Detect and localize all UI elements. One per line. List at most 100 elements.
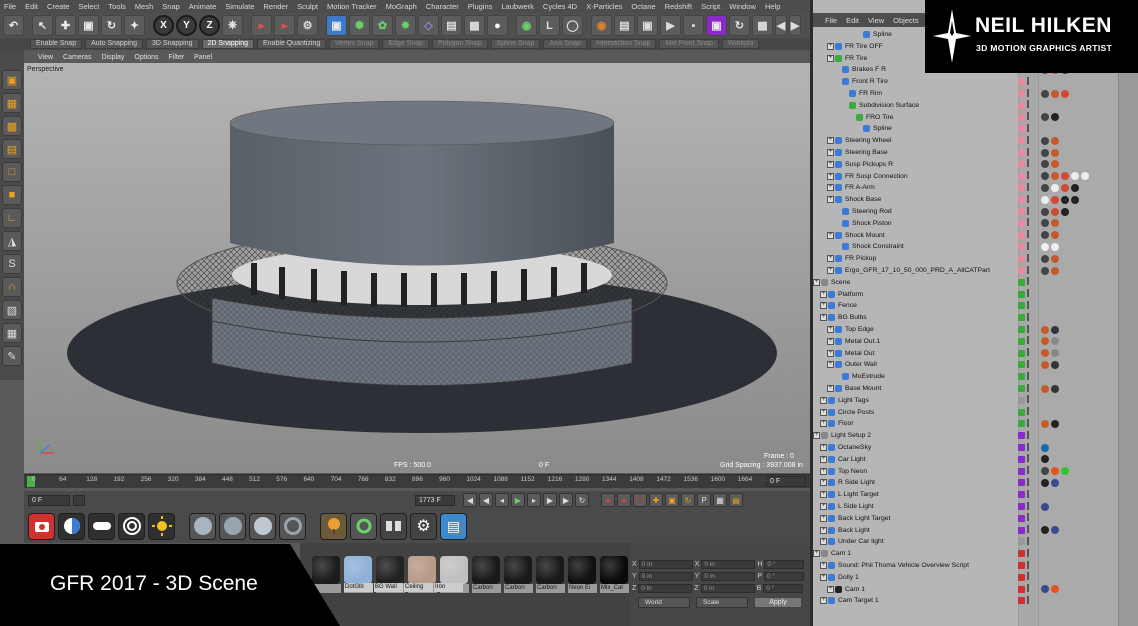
material-swatch[interactable]: Ceiling (404, 583, 433, 599)
subdivision-button[interactable]: ✿ (372, 15, 393, 36)
layer-color-swatch[interactable] (1018, 420, 1025, 428)
layer-color-swatch[interactable] (1018, 396, 1025, 404)
visibility-dots-icon[interactable] (1027, 90, 1029, 97)
menu-item[interactable]: Script (701, 2, 720, 11)
prev-frame-button[interactable]: ◂ (495, 493, 509, 507)
om-menu-item[interactable]: Edit (846, 16, 859, 25)
object-tag-icon[interactable] (1041, 148, 1049, 157)
scale-key-button[interactable]: ▣ (665, 493, 679, 507)
object-name[interactable]: Top Edge (845, 324, 874, 336)
object-row[interactable]: + Ergo_GFR_17_10_50_000_PRD_A_AllCATPart (813, 265, 1118, 277)
object-tag-icon[interactable] (1041, 349, 1049, 358)
object-tag-icon[interactable] (1051, 148, 1059, 157)
camera-button[interactable]: ▩ (464, 15, 485, 36)
object-row[interactable]: + Dolly 1 (813, 572, 1118, 584)
layer-color-swatch[interactable] (1018, 196, 1025, 204)
object-tag-icon[interactable] (1051, 337, 1059, 346)
layer-color-swatch[interactable] (1018, 444, 1025, 451)
visibility-dots-icon[interactable] (1027, 243, 1029, 250)
object-tag-icon[interactable] (1041, 502, 1049, 511)
coord-size-field[interactable]: 0 in (701, 571, 756, 581)
object-tag-icon[interactable] (1051, 183, 1059, 192)
object-name[interactable]: Light Tags (838, 395, 869, 407)
layer-color-swatch[interactable] (1018, 373, 1025, 381)
start-frame-arrow[interactable] (73, 494, 85, 506)
z-axis-lock-button[interactable]: Z (199, 15, 220, 36)
object-name[interactable]: Spline (873, 29, 892, 41)
layer-color-swatch[interactable] (1018, 514, 1025, 522)
visibility-dots-icon[interactable] (1027, 196, 1029, 203)
object-row[interactable]: + Metal Out.1 (813, 336, 1118, 348)
redshift-camera-button[interactable]: ▣ (637, 15, 658, 36)
area-light-icon[interactable] (88, 512, 115, 540)
toolbar-scroll-left-button[interactable]: ◀ (775, 15, 787, 36)
layer-color-swatch[interactable] (1018, 160, 1025, 168)
object-tag-icon[interactable] (1051, 89, 1059, 98)
perspective-viewport[interactable]: Perspective Frame : 0 FPS : 500.0 0 F Gr… (24, 63, 810, 473)
object-tag-icon[interactable] (1061, 183, 1069, 192)
object-tag-icon[interactable] (1041, 337, 1049, 346)
expand-toggle-icon[interactable]: + (827, 361, 834, 369)
object-row[interactable]: + Scene (813, 277, 1118, 289)
object-row[interactable]: + Platform (813, 289, 1118, 301)
visibility-dots-icon[interactable] (1027, 574, 1029, 581)
material-swatch[interactable]: Carbon (504, 556, 533, 596)
object-tag-icon[interactable] (1051, 419, 1059, 428)
coord-position-field[interactable]: 0 in (638, 559, 693, 569)
layer-color-swatch[interactable] (1018, 278, 1025, 286)
coord-size-field[interactable]: 0 in (700, 583, 755, 593)
object-row[interactable]: Subdivision Surface (813, 100, 1118, 112)
redshift-button[interactable]: ▤ (614, 15, 635, 36)
sun-light-icon[interactable] (148, 512, 175, 540)
object-name[interactable]: Circle Posts (838, 407, 874, 419)
layer-color-swatch[interactable] (1018, 255, 1025, 263)
object-tag-icon[interactable] (1051, 360, 1059, 369)
cube-primitive-button[interactable]: ▣ (326, 15, 347, 36)
expand-toggle-icon[interactable]: + (820, 538, 827, 546)
object-tag-icon[interactable] (1041, 231, 1049, 240)
menu-item[interactable]: X-Particles (586, 2, 622, 11)
viewport-menu-item[interactable]: View (38, 54, 53, 61)
toolbar-scroll-right-button[interactable]: ▶ (789, 15, 801, 36)
object-name[interactable]: Fence (838, 300, 857, 312)
object-row[interactable]: + Under Car light (813, 536, 1118, 548)
visibility-dots-icon[interactable] (1027, 468, 1029, 475)
object-name[interactable]: Steering Rod (852, 206, 892, 218)
layer-color-swatch[interactable] (1018, 349, 1025, 357)
object-tag-icon[interactable] (1051, 113, 1059, 122)
object-name[interactable]: Sound: Phil Thoma Vehicle Overview Scrip… (838, 560, 969, 572)
menu-item[interactable]: Snap (162, 2, 180, 11)
object-row[interactable]: + L Side Light (813, 501, 1118, 513)
points-mode-icon[interactable]: ▤ (2, 139, 22, 159)
coord-rotation-field[interactable]: 0 ° (763, 583, 804, 593)
menu-item[interactable]: Character (426, 2, 459, 11)
expand-toggle-icon[interactable]: + (820, 420, 827, 428)
target-light-icon[interactable] (118, 512, 145, 540)
object-name[interactable]: MoExtrude (852, 371, 885, 383)
object-tag-icon[interactable] (1051, 207, 1059, 216)
layer-color-swatch[interactable] (1018, 184, 1025, 192)
object-row[interactable]: + Base Mount (813, 383, 1118, 395)
layer-color-swatch[interactable] (1018, 243, 1025, 251)
layer-color-swatch[interactable] (1018, 455, 1025, 463)
visibility-dots-icon[interactable] (1027, 397, 1029, 404)
object-tag-icon[interactable] (1051, 467, 1059, 476)
object-name[interactable]: Outer Wall (845, 359, 877, 371)
object-tag-icon[interactable] (1041, 113, 1049, 122)
menu-item[interactable]: Sculpt (297, 2, 318, 11)
visibility-dots-icon[interactable] (1027, 149, 1029, 156)
end-frame-field[interactable]: 1773 F (415, 494, 455, 506)
object-row[interactable]: + Shock Mount (813, 230, 1118, 242)
expand-toggle-icon[interactable]: + (820, 491, 827, 499)
object-name[interactable]: FR Susp Connection (845, 171, 908, 183)
object-tag-icon[interactable] (1061, 172, 1069, 181)
visibility-dots-icon[interactable] (1027, 350, 1029, 357)
layer-color-swatch[interactable] (1018, 467, 1025, 475)
object-tag-icon[interactable] (1041, 478, 1049, 487)
object-tag-icon[interactable] (1071, 183, 1079, 192)
visibility-dots-icon[interactable] (1027, 184, 1029, 191)
object-name[interactable]: Cam 1 (831, 548, 851, 560)
menu-item[interactable]: MoGraph (386, 2, 417, 11)
object-name[interactable]: FR Tire (845, 53, 867, 65)
visibility-dots-icon[interactable] (1027, 444, 1029, 451)
